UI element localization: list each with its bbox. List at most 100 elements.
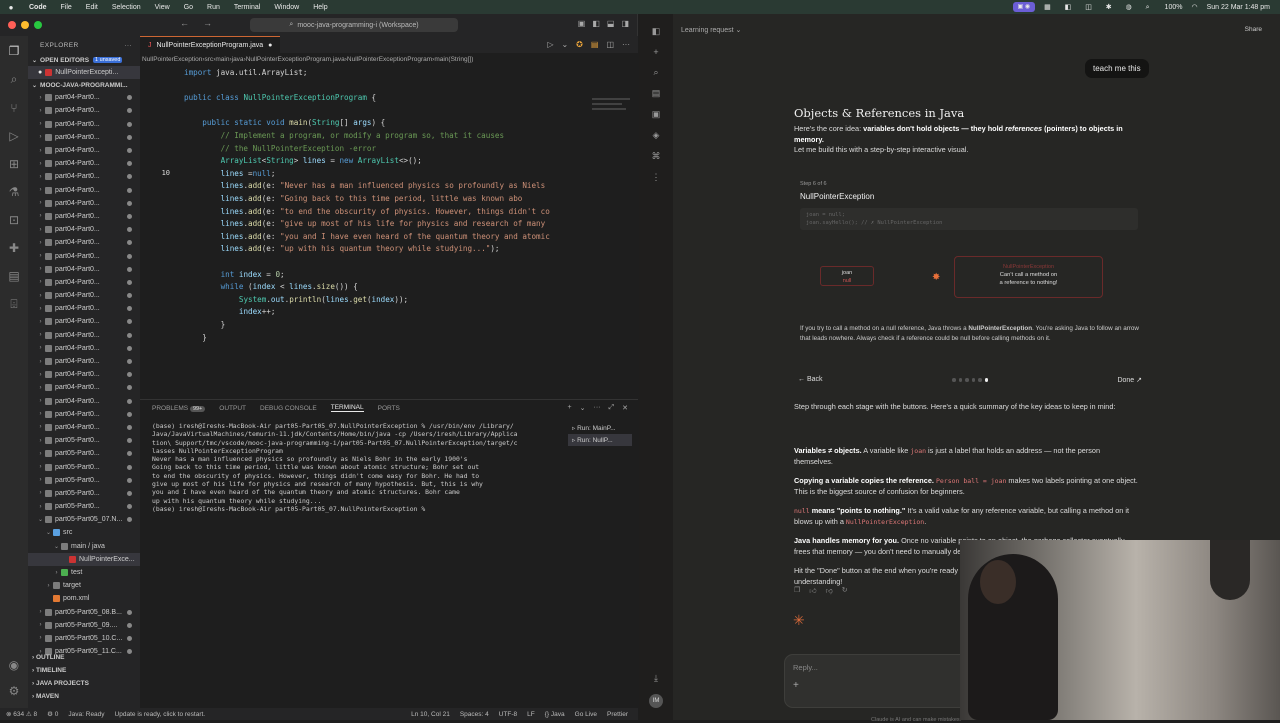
step-dot[interactable]	[984, 378, 988, 382]
tmc-icon[interactable]: ✚	[9, 241, 19, 255]
command-center[interactable]: ⌕ mooc-java-programming-i (Workspace)	[250, 18, 458, 32]
unsaved-dot-icon[interactable]: ●	[268, 42, 272, 49]
wifi-icon[interactable]: ◠	[1191, 3, 1197, 11]
tree-item[interactable]: › part04-Part0...	[28, 408, 140, 421]
toggle-secondary-icon[interactable]: ◨	[621, 19, 629, 28]
tree-item[interactable]: › part04-Part0...	[28, 104, 140, 117]
tree-item[interactable]: › part05-Part05_10.C...	[28, 632, 140, 645]
artifacts-icon[interactable]: ◈	[653, 130, 660, 141]
more-icon[interactable]: ⋮	[652, 172, 661, 183]
menu-view[interactable]: View	[148, 4, 177, 11]
tab-nullpointer-java[interactable]: J NullPointerExceptionProgram.java ●	[140, 36, 281, 53]
share-button[interactable]: Share	[1245, 26, 1262, 33]
code-line[interactable]: lines.add(e: "up with his quantum theory…	[184, 244, 500, 253]
explorer-icon[interactable]: ❐	[9, 44, 20, 58]
apple-icon[interactable]: ●	[0, 3, 22, 12]
section-outline[interactable]: › OUTLINE	[28, 654, 140, 667]
back-button[interactable]: ← Back	[798, 376, 823, 383]
status-item[interactable]: ⚙ 0	[47, 710, 58, 718]
tree-item[interactable]: › part05-Part0...	[28, 434, 140, 447]
tree-item[interactable]: › part05-Part0...	[28, 487, 140, 500]
code-line[interactable]: // the NullPointerException -error	[184, 144, 376, 153]
status-item[interactable]: Java: Ready	[68, 711, 104, 718]
recording-indicator[interactable]: ▣ ◉	[1012, 2, 1036, 12]
code-line[interactable]: public class NullPointerExceptionProgram…	[184, 93, 376, 102]
code-icon[interactable]: ⌘	[652, 151, 661, 162]
new-chat-icon[interactable]: +	[653, 47, 658, 57]
tree-item[interactable]: › part04-Part0...	[28, 302, 140, 315]
tree-item[interactable]: ⌄ part05-Part05_07.N...	[28, 513, 140, 526]
more-icon[interactable]: ···	[622, 40, 630, 49]
tab-problems[interactable]: PROBLEMS 99+	[152, 405, 206, 412]
step-dot[interactable]	[978, 378, 982, 382]
remote-icon[interactable]: ⊡	[9, 213, 19, 227]
breadcrumb-item[interactable]: src	[205, 56, 214, 63]
code-line[interactable]: import java.util.ArrayList;	[184, 68, 307, 77]
open-editors-section[interactable]: ⌄ OPEN EDITORS 1 unsaved	[28, 54, 140, 66]
code-line[interactable]: lines.add(e: "give up most of his life f…	[184, 219, 546, 228]
tree-item[interactable]: › part04-Part0...	[28, 276, 140, 289]
menu-go[interactable]: Go	[177, 4, 200, 11]
docker-icon[interactable]: ▤	[8, 269, 19, 283]
code-line[interactable]: ArrayList<String> lines = new ArrayList<…	[184, 156, 422, 165]
tree-item[interactable]: ⌄ src	[28, 526, 140, 539]
step-dot[interactable]	[971, 378, 975, 382]
tree-item[interactable]: › part04-Part0...	[28, 289, 140, 302]
step-dot[interactable]	[965, 378, 969, 382]
terminal-instance[interactable]: ▹ Run: MainP...	[568, 422, 632, 434]
close-panel-icon[interactable]: ✕	[622, 404, 628, 412]
new-terminal-icon[interactable]: +	[568, 404, 572, 412]
more-icon[interactable]: ···	[594, 404, 601, 412]
code-line[interactable]: lines.add(e: "to end the obscurity of ph…	[184, 207, 550, 216]
tab-terminal[interactable]: TERMINAL	[330, 404, 364, 412]
status-item[interactable]: Prettier	[607, 711, 628, 718]
tree-item[interactable]: › part04-Part0...	[28, 342, 140, 355]
account-icon[interactable]: ◉	[9, 658, 20, 672]
toggle-sidebar-icon[interactable]: ◧	[592, 19, 600, 28]
thumbs-down-icon[interactable]: 👎︎	[826, 586, 833, 595]
run-debug-icon[interactable]: ▷	[9, 129, 18, 143]
tree-item[interactable]: › part04-Part0...	[28, 263, 140, 276]
chat-title[interactable]: Learning request ⌄	[681, 26, 741, 34]
status-item[interactable]: Go Live	[575, 711, 597, 718]
tab-output[interactable]: OUTPUT	[219, 405, 246, 412]
sidebar-toggle-icon[interactable]: ◧	[652, 26, 661, 37]
download-icon[interactable]: ⤓	[654, 673, 658, 684]
code-line[interactable]: }	[184, 333, 207, 342]
battery-percent[interactable]: 100%	[1165, 4, 1183, 11]
testing-icon[interactable]: ⚗	[9, 185, 20, 199]
menu-app-name[interactable]: Code	[22, 4, 54, 11]
menu-file[interactable]: File	[54, 4, 79, 11]
tree-item[interactable]: › part05-Part0...	[28, 460, 140, 473]
tree-item[interactable]: › part04-Part0...	[28, 421, 140, 434]
terminal-instance[interactable]: ▹ Run: NullP...	[568, 434, 632, 446]
section-timeline[interactable]: › TIMELINE	[28, 667, 140, 680]
chats-icon[interactable]: ▤	[652, 88, 661, 99]
code-line[interactable]: }	[184, 320, 226, 329]
step-dot[interactable]	[958, 378, 962, 382]
status-item[interactable]: Spaces: 4	[460, 711, 489, 718]
forward-arrow-icon[interactable]: →	[203, 18, 212, 28]
manage-gear-icon[interactable]: ⚙	[9, 684, 20, 698]
zoom-window-button[interactable]	[34, 21, 42, 29]
code-line[interactable]: System.out.println(lines.get(index));	[184, 295, 408, 304]
menu-run[interactable]: Run	[200, 4, 227, 11]
status-icons[interactable]: ▦ ◧ ◫ ✱ ◍ ⌕	[1044, 3, 1155, 12]
breadcrumb-item[interactable]: main(String[])	[434, 56, 473, 63]
menu-selection[interactable]: Selection	[105, 4, 148, 11]
tree-item[interactable]: › part04-Part0...	[28, 395, 140, 408]
code-line[interactable]: // Implement a program, or modify a prog…	[184, 131, 504, 140]
code-line[interactable]: lines.add(e: "Never has a man influenced…	[184, 181, 546, 190]
status-item[interactable]: ⊗ 634 ⚠ 8	[6, 710, 37, 718]
add-attachment-icon[interactable]: +	[793, 680, 799, 691]
code-line[interactable]: lines =null;	[184, 169, 276, 178]
tree-item[interactable]: › part05-Part05_09....	[28, 619, 140, 632]
open-editor-item[interactable]: ● NullPointerExcepti...	[28, 66, 140, 80]
close-window-button[interactable]	[8, 21, 16, 29]
run-icon[interactable]: ▷	[547, 40, 553, 49]
tree-item[interactable]: › part04-Part0...	[28, 315, 140, 328]
clock[interactable]: Sun 22 Mar 1:48 pm	[1207, 4, 1270, 11]
extensions-icon[interactable]: ⊞	[9, 157, 19, 171]
maximize-panel-icon[interactable]: ⤢	[609, 404, 615, 412]
layout-icon[interactable]: ▣	[578, 19, 586, 28]
